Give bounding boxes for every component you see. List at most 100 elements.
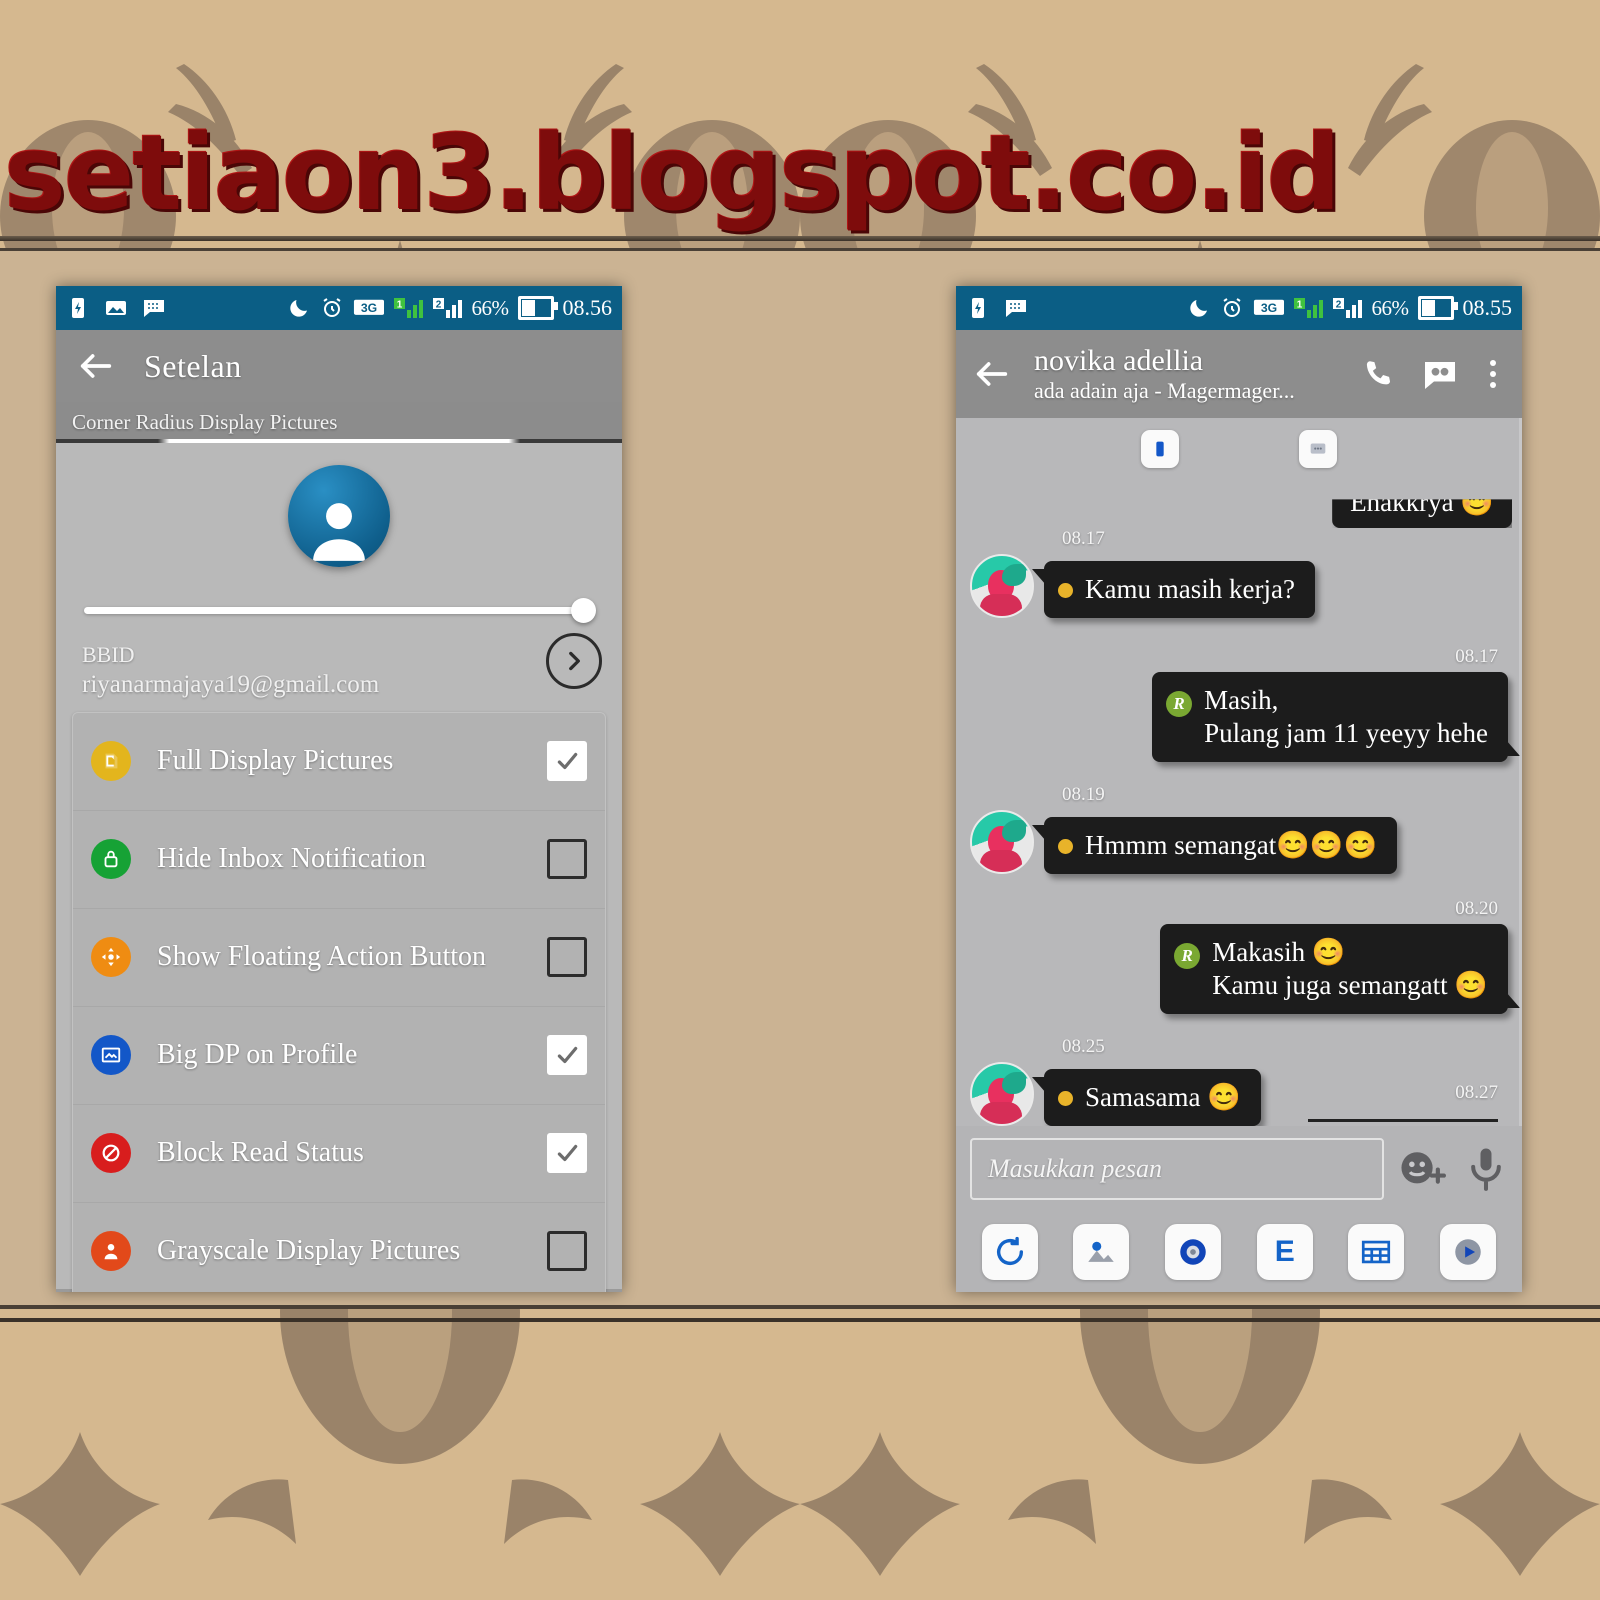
message-input[interactable]: Masukkan pesan: [970, 1138, 1384, 1200]
sim1-signal-icon: 1: [393, 296, 424, 320]
message-badge-icon[interactable]: [1299, 430, 1337, 468]
message-bubble[interactable]: R Masih, Pulang jam 11 yeeyy hehe: [1152, 672, 1520, 762]
message-bubble[interactable]: Kamu masih kerja?: [1032, 561, 1315, 618]
message-row-incoming[interactable]: 08.17 Kamu masih kerja?: [956, 528, 1522, 618]
photo-icon[interactable]: [1073, 1224, 1130, 1280]
watermark-text: setiaon3.blogspot.co.id: [4, 112, 1341, 234]
status-dot-icon: [1058, 583, 1073, 599]
move-icon: [91, 937, 131, 978]
message-bubble[interactable]: R Makasih 😊 Kamu juga semangatt 😊: [1160, 923, 1520, 1014]
network-type-badge: 3G: [353, 296, 385, 320]
right-status-bar: 3G 1 2 66% 08.55: [956, 286, 1522, 330]
partial-message-text: Enakkrya 😊: [1350, 487, 1494, 517]
chat-icon[interactable]: [1422, 356, 1458, 392]
message-row-incoming[interactable]: 08.19 Hmmm semangat😊😊😊: [956, 784, 1522, 874]
alarm-icon: [1220, 296, 1244, 320]
svg-text:3G: 3G: [1260, 301, 1276, 315]
message-text: Masih, Pulang jam 11 yeeyy hehe: [1204, 685, 1488, 748]
battery-charging-icon: [966, 296, 990, 320]
back-arrow-icon[interactable]: [972, 354, 1012, 394]
message-time: 08.19: [1062, 783, 1105, 805]
lock-icon: [91, 839, 131, 880]
back-arrow-icon[interactable]: [76, 346, 116, 386]
message-time: 08.25: [1062, 1035, 1105, 1057]
status-dot-icon: [1058, 838, 1073, 854]
avatar[interactable]: [970, 1061, 1034, 1126]
bbid-label: BBID: [82, 642, 135, 667]
network-type-label: 3G: [360, 301, 376, 315]
list-item[interactable]: Block Read Status: [73, 1105, 605, 1203]
status-clock: 08.56: [562, 295, 613, 320]
chat-header-titles[interactable]: novika adellia ada adain aja - Magermage…: [1034, 344, 1360, 404]
left-phone-screenshot: 3G 1 2 66% 08.56 Setelan Corner Radius D…: [56, 286, 622, 1292]
play-icon[interactable]: [1440, 1224, 1497, 1280]
slider-thumb[interactable]: [571, 598, 596, 623]
picture-frame-icon: [91, 1035, 131, 1076]
chat-app-bar: novika adellia ada adain aja - Magermage…: [956, 330, 1522, 418]
svg-text:2: 2: [1335, 300, 1341, 311]
divider-bottom-2: [0, 1318, 1600, 1322]
chat-message-list[interactable]: Enakkrya 😊 08.17 Kamu masih kerja? 08.17…: [956, 418, 1522, 1126]
scrollbar[interactable]: [1519, 418, 1522, 1126]
phone-icon[interactable]: [1360, 356, 1396, 392]
checkbox-block-read-status[interactable]: [547, 1133, 587, 1174]
watermark-band: setiaon3.blogspot.co.id: [0, 0, 1600, 240]
battery-icon: [517, 296, 558, 320]
settings-list: Full Display Pictures Hide Inbox Notific…: [72, 711, 606, 1292]
bbm-icon: [142, 296, 166, 320]
network-type-badge: 3G: [1253, 296, 1285, 320]
message-text: Samasama 😊: [1085, 1081, 1241, 1112]
message-row-outgoing[interactable]: 08.17 R Masih, Pulang jam 11 yeeyy hehe: [956, 646, 1522, 762]
section-header: Corner Radius Display Pictures: [56, 402, 622, 439]
chevron-right-icon[interactable]: [546, 633, 602, 689]
list-item[interactable]: Show Floating Action Button: [73, 909, 605, 1007]
sim1-signal-icon: 1: [1293, 296, 1324, 320]
message-row-incoming[interactable]: 08.25 Samasama 😊: [956, 1036, 1522, 1126]
emoji-add-icon[interactable]: [1398, 1147, 1450, 1191]
camera-icon[interactable]: [1165, 1224, 1222, 1280]
avatar[interactable]: [970, 554, 1034, 618]
message-text: Kamu masih kerja?: [1085, 574, 1295, 605]
list-item[interactable]: Big DP on Profile: [73, 1007, 605, 1105]
moon-icon: [1187, 296, 1211, 320]
sim2-signal-icon: 2: [432, 296, 463, 320]
checkbox-grayscale-display-pictures[interactable]: [547, 1231, 587, 1272]
checkbox-big-dp-on-profile[interactable]: [547, 1035, 587, 1076]
battery-percent-label: 66%: [1371, 295, 1410, 320]
avatar[interactable]: [970, 809, 1034, 874]
person-icon: [91, 1231, 131, 1272]
contact-name: novika adellia: [1034, 344, 1204, 378]
checkbox-show-floating-action-button[interactable]: [547, 937, 587, 978]
status-clock: 08.55: [1462, 295, 1513, 320]
divider-top-1: [0, 236, 1600, 241]
battery-charging-icon: [66, 296, 90, 320]
message-text: Makasih 😊 Kamu juga semangatt 😊: [1212, 936, 1488, 1000]
svg-text:2: 2: [435, 300, 441, 311]
refresh-icon[interactable]: [981, 1224, 1038, 1280]
battery-percent-label: 66%: [471, 295, 510, 320]
checkbox-full-display-pictures[interactable]: [547, 741, 587, 782]
left-status-bar: 3G 1 2 66% 08.56: [56, 286, 622, 330]
list-item-label: Full Display Pictures: [157, 745, 394, 777]
microphone-icon[interactable]: [1464, 1143, 1508, 1195]
list-item[interactable]: Full Display Pictures: [73, 713, 605, 811]
grid-icon[interactable]: [1348, 1224, 1405, 1280]
overflow-menu-icon[interactable]: [1484, 360, 1502, 388]
list-item-label: Big DP on Profile: [157, 1039, 358, 1071]
partial-message-bubble[interactable]: Enakkrya 😊: [1332, 487, 1512, 528]
avatar-preview-wrap: [56, 443, 622, 567]
avatar[interactable]: [288, 465, 390, 567]
message-bubble[interactable]: Samasama 😊: [1032, 1068, 1261, 1126]
letter-e-icon[interactable]: E: [1256, 1224, 1313, 1280]
list-item[interactable]: Grayscale Display Pictures: [73, 1203, 605, 1292]
bbid-row[interactable]: BBID riyanarmajaya19@gmail.com: [56, 627, 622, 708]
corner-radius-slider[interactable]: [84, 593, 596, 627]
list-item-label: Block Read Status: [157, 1137, 364, 1169]
checkbox-hide-inbox-notification[interactable]: [547, 839, 587, 880]
list-item[interactable]: Hide Inbox Notification: [73, 811, 605, 909]
phone-badge-icon[interactable]: [1141, 430, 1179, 468]
message-row-outgoing[interactable]: 08.20 R Makasih 😊 Kamu juga semangatt 😊: [956, 898, 1522, 1014]
divider-bottom-1: [0, 1305, 1600, 1309]
message-bubble[interactable]: Hmmm semangat😊😊😊: [1031, 816, 1398, 874]
chat-toolbar: E: [956, 1212, 1522, 1292]
